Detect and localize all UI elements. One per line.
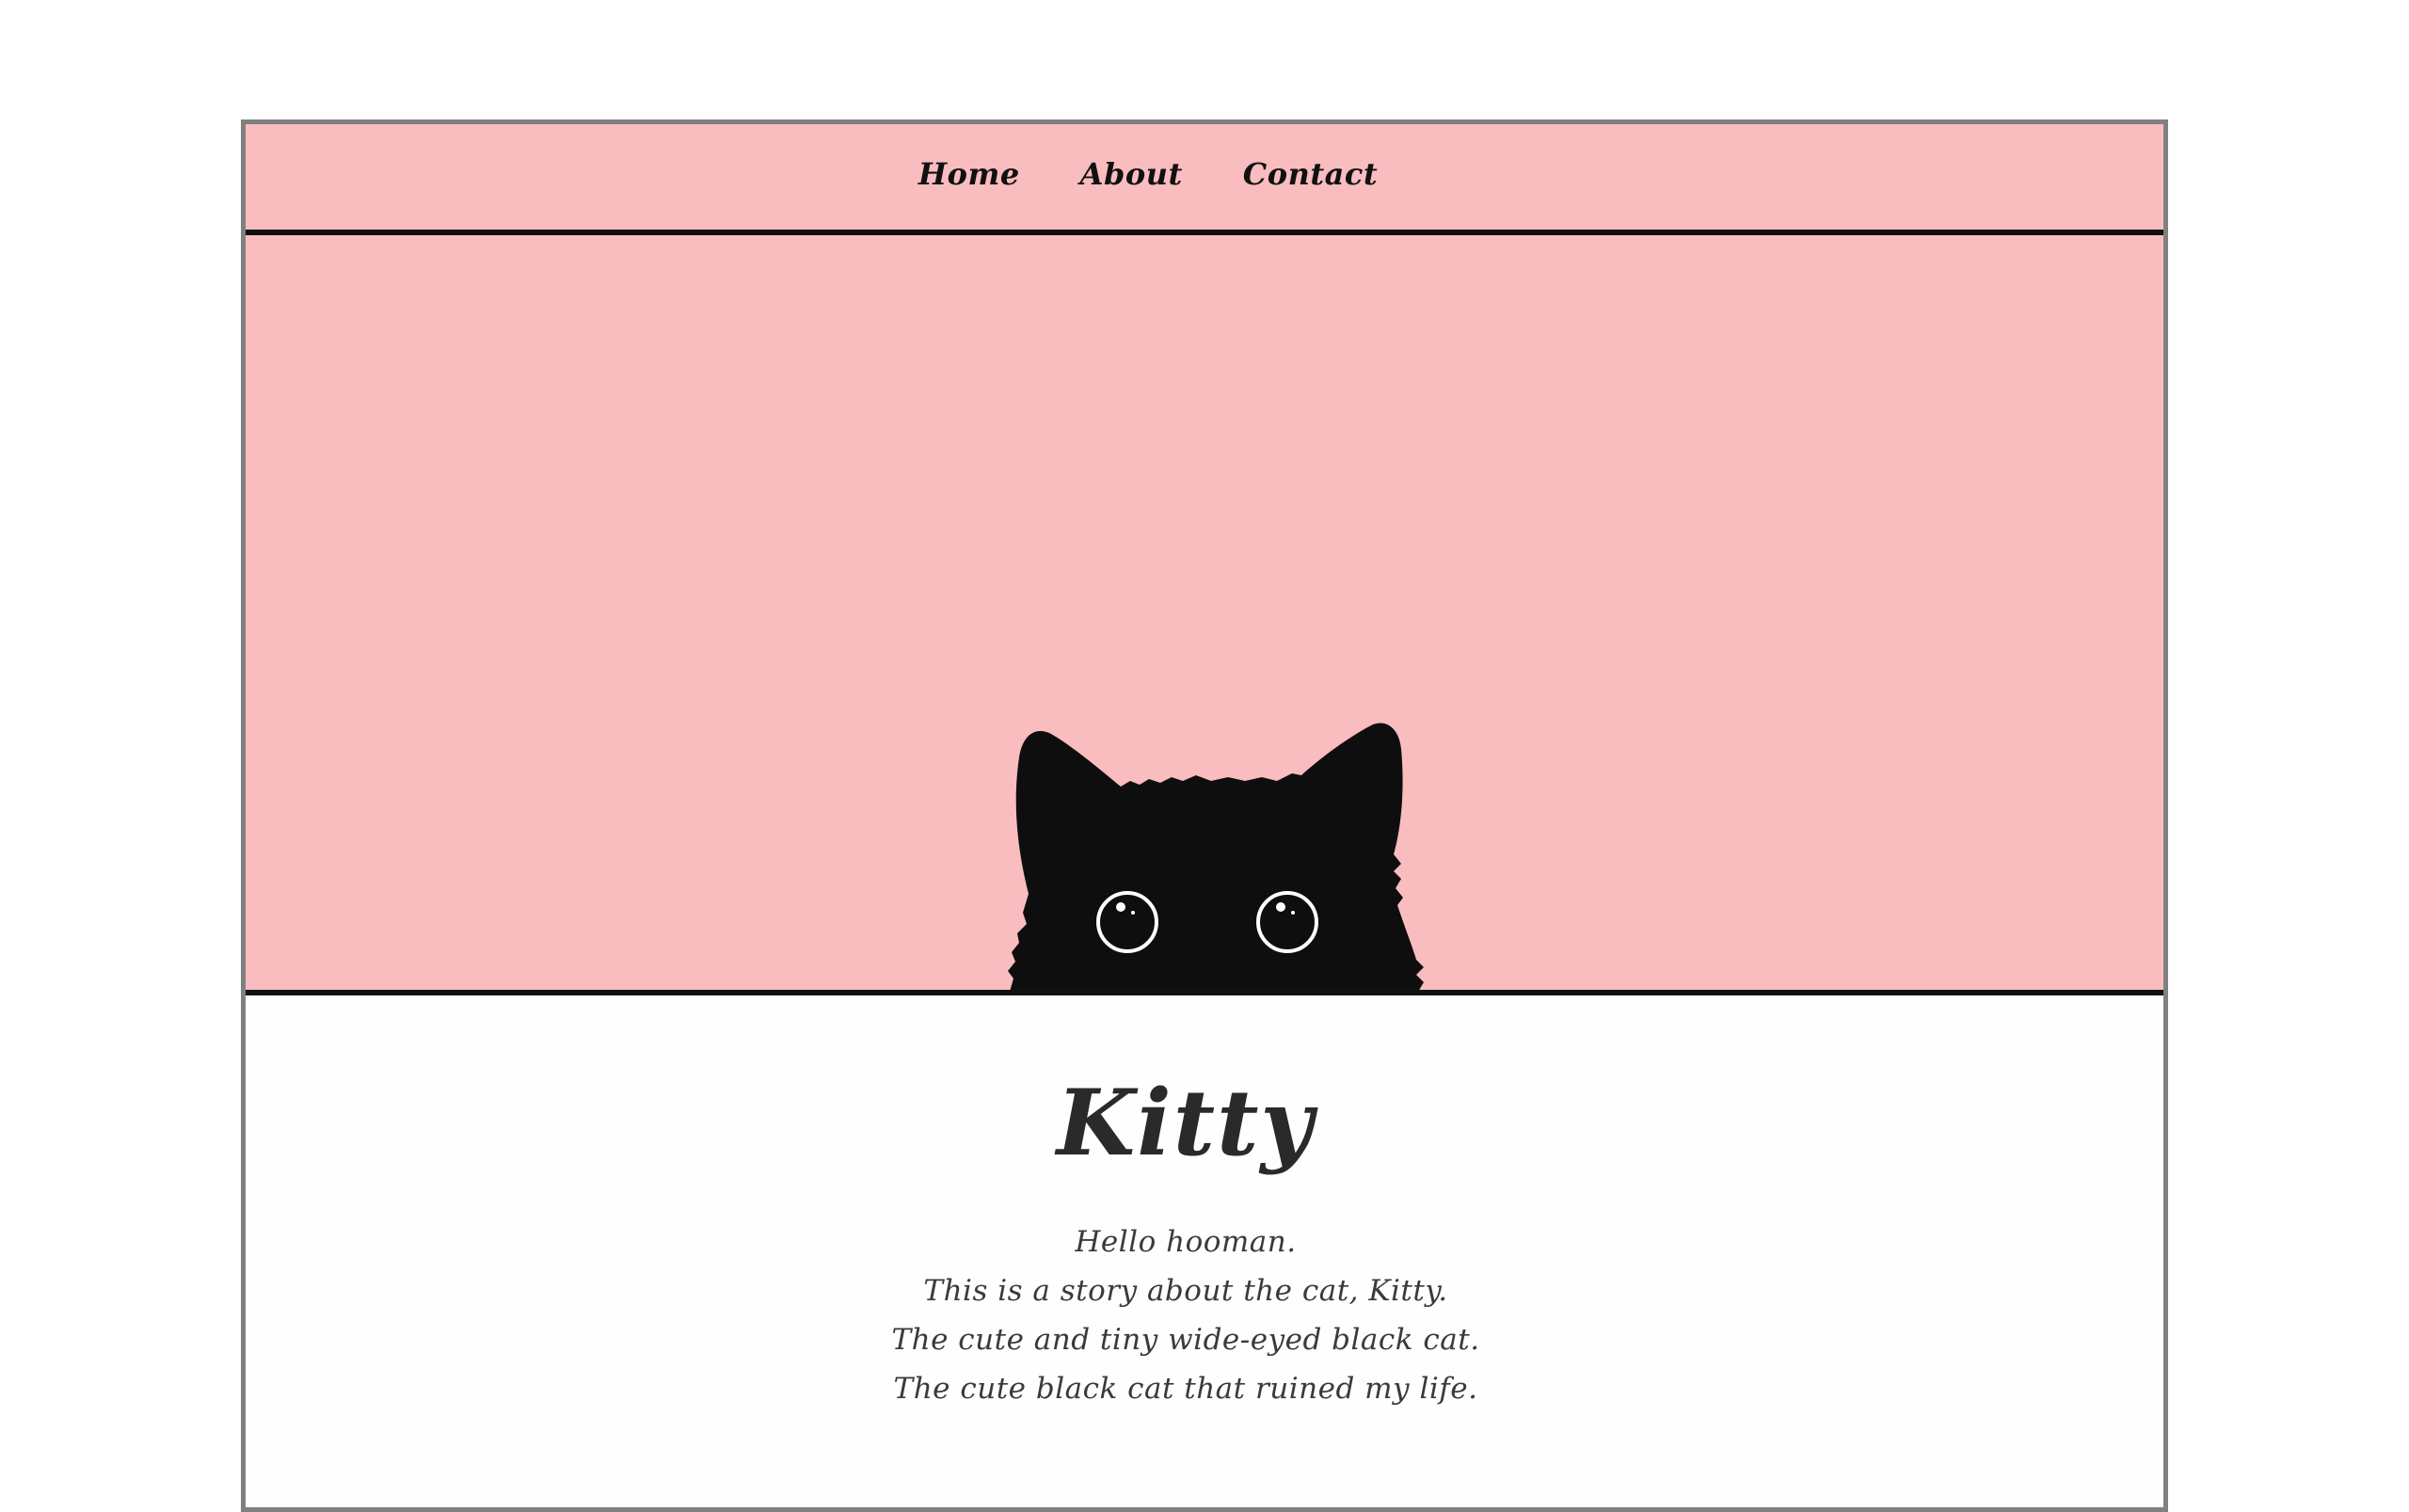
black-cat-peeking-illustration [1008,723,1424,990]
nav-link-home[interactable]: Home [918,156,1020,192]
top-navigation: Home About Contact [246,124,2163,235]
page-frame: Home About Contact Kitty Hello hooman. T… [241,119,2168,1512]
hero-banner [246,235,2163,995]
nav-links: Home About Contact [918,156,1378,192]
cat-head-silhouette [1008,723,1424,990]
cat-left-eye [1096,891,1158,953]
story-text: Hello hooman. This is a story about the … [246,1218,2163,1413]
nav-link-contact[interactable]: Contact [1243,156,1378,192]
nav-link-about[interactable]: About [1080,156,1183,192]
story-line: This is a story about the cat, Kitty. [923,1274,1448,1308]
main-content: Kitty Hello hooman. This is a story abou… [246,995,2163,1413]
story-line: The cute black cat that ruined my life. [893,1372,1478,1406]
story-line: Hello hooman. [1075,1225,1297,1259]
page-title: Kitty [1056,1070,1316,1176]
story-line: The cute and tiny wide-eyed black cat. [891,1323,1480,1357]
cat-right-eye [1256,891,1318,953]
